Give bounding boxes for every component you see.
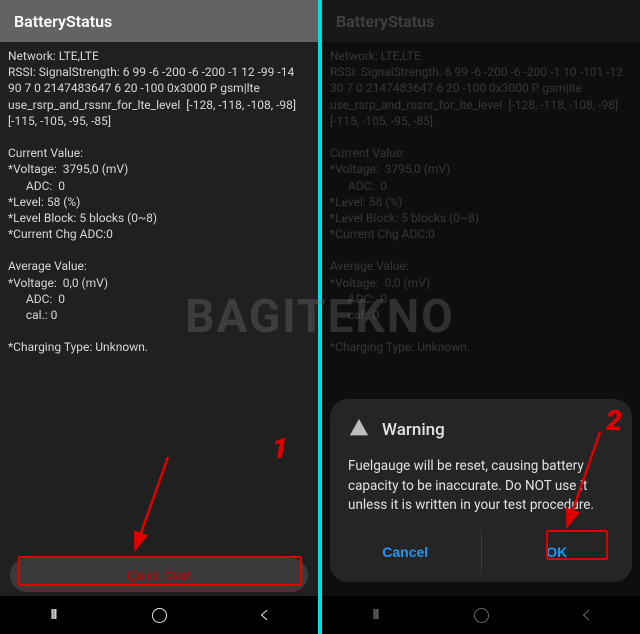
step-number-2: 2 [606,404,622,437]
quick-start-button[interactable]: Quick Start [10,558,308,592]
cancel-button[interactable]: Cancel [330,530,481,574]
warning-icon [348,417,370,443]
left-screenshot: BatteryStatus Network: LTE,LTE RSSI: Sig… [0,0,318,634]
android-navbar: III [0,596,318,634]
dialog-title: Warning [382,420,445,440]
dialog-body: Fuelgauge will be reset, causing battery… [348,457,614,516]
step-number-1: 1 [272,432,288,465]
battery-status-text: Network: LTE,LTE RSSI: SignalStrength: 6… [0,42,318,558]
app-title: BatteryStatus [14,12,112,31]
app-titlebar: BatteryStatus [0,0,318,42]
back-button[interactable] [245,603,285,627]
warning-dialog: Warning Fuelgauge will be reset, causing… [330,399,632,582]
ok-button[interactable]: OK [482,530,633,574]
right-screenshot: BatteryStatus Network: LTE,LTE RSSI: Sig… [322,0,640,634]
home-button[interactable] [139,603,179,627]
recents-button[interactable]: III [33,603,73,627]
